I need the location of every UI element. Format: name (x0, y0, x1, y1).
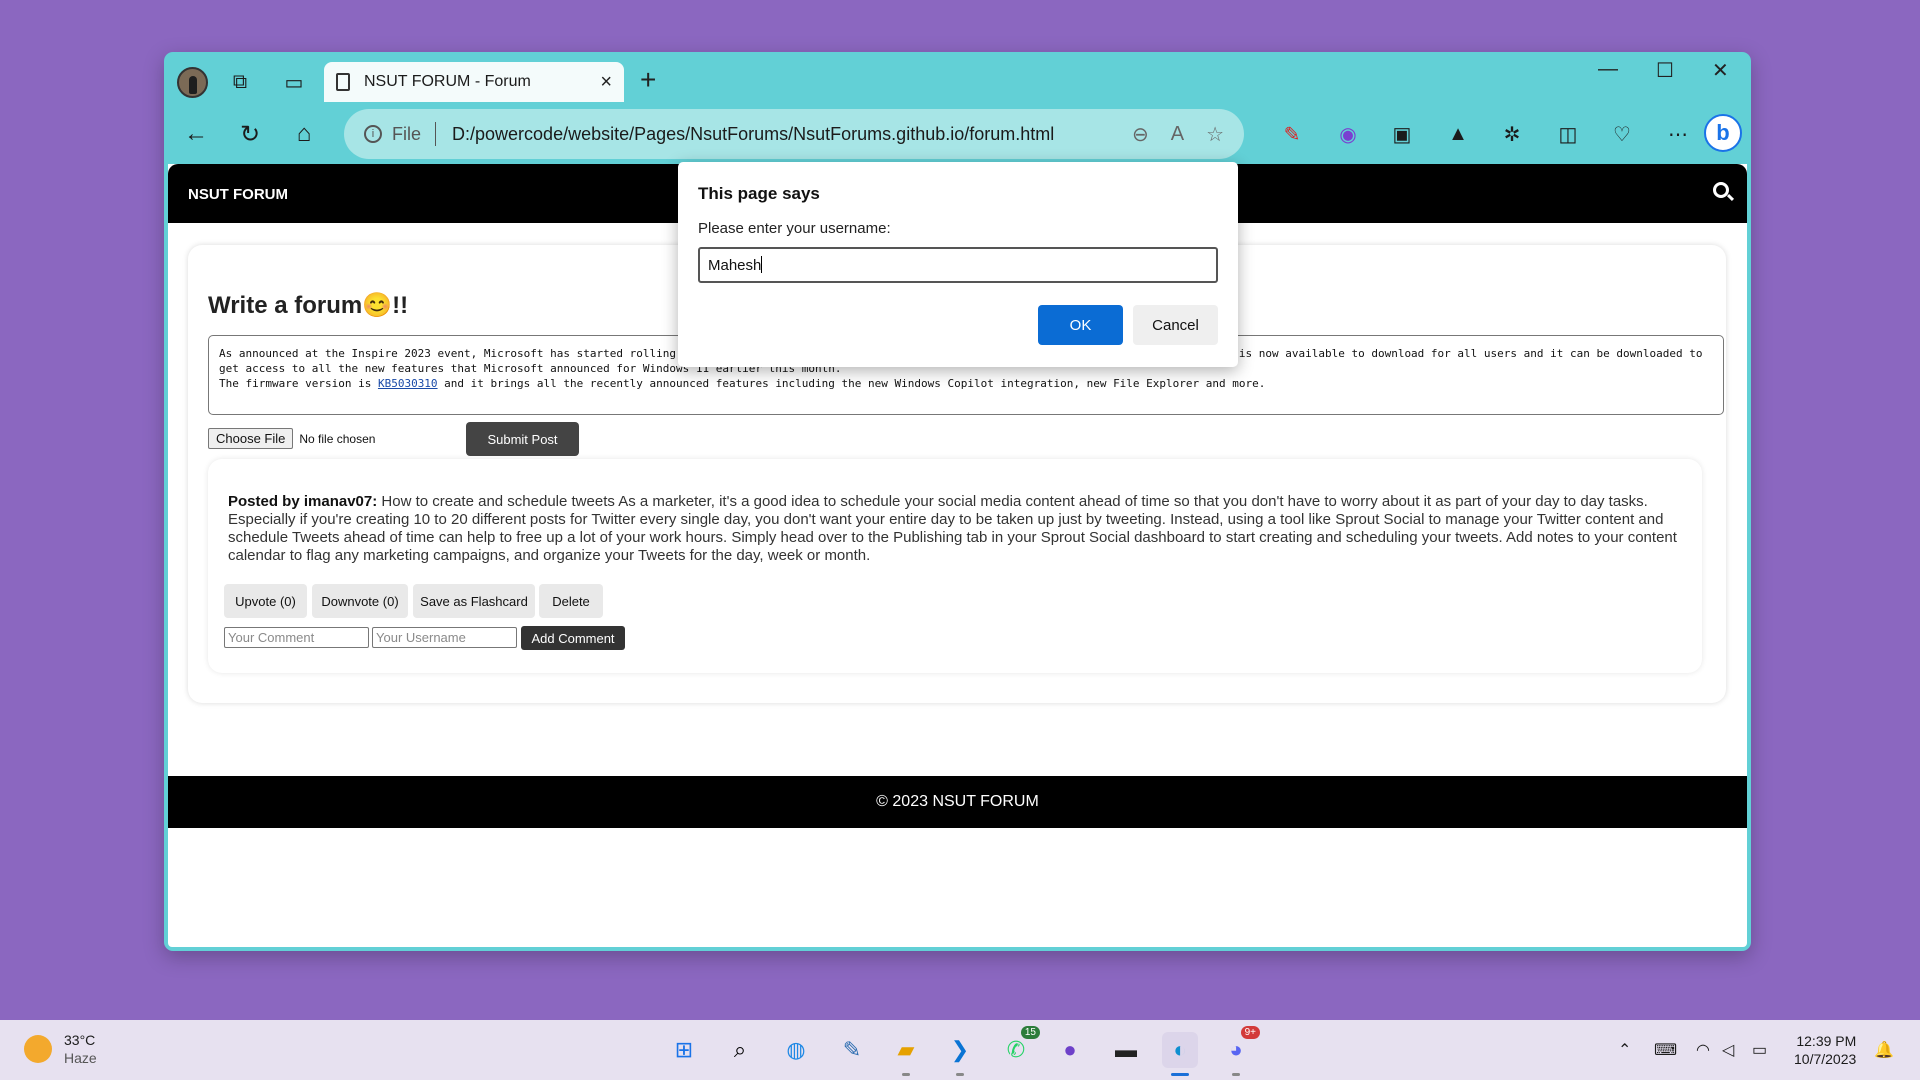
haze-sun-icon (24, 1035, 52, 1063)
page-heading: Write a forum😊!! (208, 292, 409, 319)
maximize-icon[interactable]: ☐ (1656, 58, 1674, 83)
clock[interactable]: 12:39 PM 10/7/2023 (1794, 1032, 1856, 1068)
extension-badge-icon[interactable]: ▣ (1388, 120, 1416, 148)
edge-beta-icon[interactable]: ◍ (778, 1032, 814, 1068)
wifi-icon[interactable]: ◠ (1696, 1040, 1710, 1060)
zoom-icon[interactable]: ⊖ (1132, 122, 1149, 147)
discord-badge: 9+ (1240, 1026, 1260, 1039)
site-footer: © 2023 NSUT FORUM (168, 776, 1747, 828)
textarea-line-b: and it brings all the recently announced… (437, 377, 1266, 390)
temperature: 33°C (64, 1032, 96, 1048)
extensions-puzzle-icon[interactable]: ✲ (1498, 120, 1526, 148)
upvote-button[interactable]: Upvote (0) (224, 584, 307, 618)
downvote-button[interactable]: Downvote (0) (312, 584, 408, 618)
back-icon[interactable]: ← (180, 118, 212, 150)
home-icon[interactable]: ⌂ (288, 118, 320, 150)
address-bar[interactable]: i File D:/powercode/website/Pages/NsutFo… (344, 109, 1244, 159)
edge-icon[interactable]: ◐ (1162, 1032, 1198, 1076)
whatsapp-icon[interactable]: ✆ 15 (998, 1026, 1040, 1068)
dialog-message: Please enter your username: (698, 220, 891, 237)
add-comment-button[interactable]: Add Comment (521, 626, 625, 650)
show-hidden-icons-icon[interactable]: ⌃ (1618, 1040, 1631, 1060)
textarea-kb: KB5030310 (377, 377, 438, 390)
weather-condition: Haze (64, 1050, 97, 1066)
pen-extension-icon[interactable]: ✎ (1278, 120, 1306, 148)
post-text: Posted by imanav07: How to create and sc… (228, 493, 1678, 565)
save-flashcard-button[interactable]: Save as Flashcard (413, 584, 535, 618)
profile-avatar[interactable] (177, 67, 208, 98)
page-icon (336, 73, 350, 91)
file-explorer-icon[interactable]: ▰ (888, 1032, 924, 1076)
post-content: How to create and schedule tweets As a m… (228, 493, 1677, 564)
file-input[interactable]: Choose File No file chosen (208, 428, 375, 449)
refresh-icon[interactable]: ↻ (234, 118, 266, 150)
discord-icon[interactable]: ◕ 9+ (1218, 1026, 1260, 1076)
tab-forum[interactable]: NSUT FORUM - Forum × (324, 62, 624, 102)
search-taskbar-icon[interactable]: ⌕ (722, 1032, 758, 1068)
favorite-star-icon[interactable]: ☆ (1206, 122, 1224, 147)
site-brand[interactable]: NSUT FORUM (188, 186, 288, 203)
split-screen-icon[interactable]: ◫ (1554, 120, 1582, 148)
close-window-icon[interactable]: ✕ (1712, 58, 1729, 83)
start-icon[interactable]: ⊞ (666, 1032, 702, 1068)
tab-bar: ⧉ ▭ NSUT FORUM - Forum × + — ☐ ✕ (164, 52, 1751, 106)
vscode-icon[interactable]: ❯ (942, 1032, 978, 1076)
terminal-icon[interactable]: ▬ (1108, 1032, 1144, 1068)
collections-icon[interactable]: ⧉ (226, 68, 254, 96)
textarea-line-a: The firmware version is (219, 377, 378, 390)
weather-widget[interactable]: 33°C Haze (24, 1031, 97, 1067)
extension-dark-icon[interactable]: ▲ (1444, 120, 1472, 148)
whatsapp-badge: 15 (1020, 1026, 1040, 1039)
volume-icon[interactable]: ◁ (1722, 1040, 1734, 1060)
tab-actions-icon[interactable]: ▭ (280, 68, 308, 96)
username-input[interactable]: Mahesh (698, 247, 1218, 283)
read-aloud-icon[interactable]: A (1171, 123, 1184, 146)
notepad-icon[interactable]: ✎ (834, 1032, 870, 1068)
close-tab-icon[interactable]: × (600, 71, 612, 94)
address-bar-row: ← ↻ ⌂ i File D:/powercode/website/Pages/… (164, 106, 1751, 162)
username-value: Mahesh (708, 257, 762, 274)
new-tab-icon[interactable]: + (640, 64, 656, 96)
taskbar: 33°C Haze ⊞ ⌕ ◍ ✎ ▰ ❯ ✆ 15 ● ▬ ◐ ◕ 9+ ⌃ ⌨ … (0, 1020, 1920, 1080)
ok-button[interactable]: OK (1038, 305, 1123, 345)
comment-input[interactable]: Your Comment (224, 627, 369, 648)
url-separator (435, 122, 437, 146)
tab-title: NSUT FORUM - Forum (364, 73, 531, 90)
prompt-dialog: This page says Please enter your usernam… (678, 162, 1238, 367)
post-author: Posted by imanav07: (228, 493, 378, 510)
submit-post-button[interactable]: Submit Post (466, 422, 579, 456)
file-label: File (392, 123, 422, 144)
clock-date: 10/7/2023 (1794, 1051, 1857, 1067)
choose-file-button[interactable]: Choose File (208, 428, 294, 449)
keyboard-icon[interactable]: ⌨ (1654, 1040, 1677, 1060)
battery-icon[interactable]: ▭ (1752, 1040, 1767, 1060)
browser-essentials-icon[interactable]: ♡ (1608, 120, 1636, 148)
info-icon[interactable]: i (364, 125, 382, 143)
delete-button[interactable]: Delete (539, 584, 603, 618)
extension-icon[interactable]: ◉ (1334, 120, 1362, 148)
minimize-icon[interactable]: — (1598, 58, 1618, 81)
dialog-title: This page says (698, 184, 820, 203)
bing-copilot-icon[interactable]: b (1704, 114, 1742, 152)
forum-post: Posted by imanav07: How to create and sc… (208, 459, 1702, 673)
no-file-label: No file chosen (299, 431, 376, 446)
notification-bell-icon[interactable]: 🔔 (1874, 1040, 1894, 1060)
cancel-button[interactable]: Cancel (1133, 305, 1218, 345)
github-icon[interactable]: ● (1052, 1032, 1088, 1068)
clock-time: 12:39 PM (1796, 1033, 1857, 1049)
more-menu-icon[interactable]: ⋯ (1664, 120, 1692, 148)
search-icon[interactable] (1713, 182, 1729, 198)
comment-username-input[interactable]: Your Username (372, 627, 517, 648)
url-text[interactable]: D:/powercode/website/Pages/NsutForums/Ns… (452, 124, 1110, 145)
